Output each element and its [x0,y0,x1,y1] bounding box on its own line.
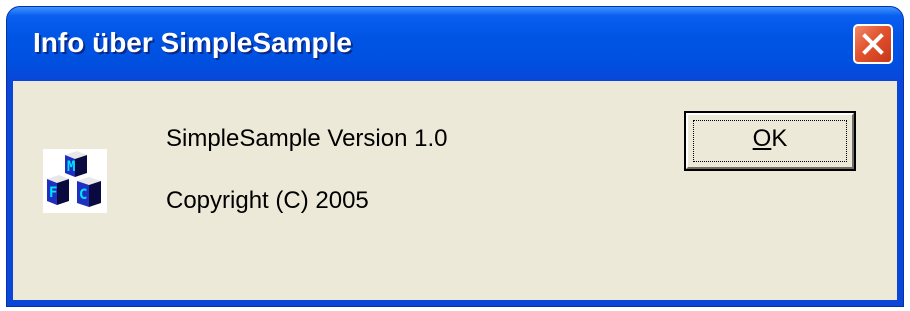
close-button[interactable] [853,24,893,64]
window-title: Info über SimpleSample [33,27,352,58]
svg-text:M: M [67,159,75,175]
copyright-label: Copyright (C) 2005 [166,187,369,214]
version-label: SimpleSample Version 1.0 [166,125,448,152]
dialog-client-area: M F C SimpleSample Version 1.0 Copyright… [13,81,897,300]
ok-label-rest: K [771,125,788,152]
ok-button-label: OK [688,125,852,153]
svg-text:C: C [79,187,87,203]
close-x-icon [862,33,884,55]
mfc-cubes-icon: M F C [43,149,107,213]
title-bar[interactable]: Info über SimpleSample [7,7,903,81]
about-dialog-window: Info über SimpleSample M F C SimpleSampl… [6,6,904,307]
svg-text:F: F [49,185,57,201]
ok-button[interactable]: OK [684,111,856,171]
ok-mnemonic: O [752,125,772,152]
